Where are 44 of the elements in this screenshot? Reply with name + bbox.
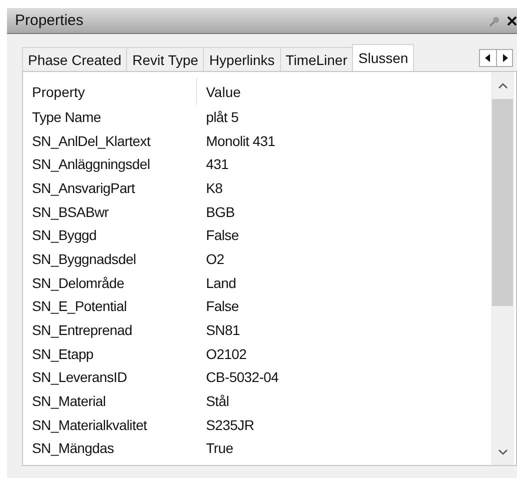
- property-name: SN_Material: [31, 393, 107, 410]
- property-value: S235JR: [205, 416, 256, 433]
- tab[interactable]: Revit Type: [126, 47, 204, 71]
- property-name: SN_AnlDel_Klartext: [31, 132, 152, 149]
- property-value: Monolit 431: [205, 132, 276, 149]
- property-value: O2: [205, 250, 226, 267]
- property-value: O2102: [205, 346, 248, 362]
- property-value: True: [205, 440, 234, 456]
- property-value: Stål: [205, 393, 230, 410]
- property-name: SN_Etapp: [31, 346, 94, 362]
- property-name: SN_Anläggningsdel: [31, 156, 151, 172]
- property-name: SN_Delområde: [31, 274, 126, 291]
- property-value: False: [205, 227, 240, 244]
- property-name: Type Name: [31, 108, 102, 125]
- property-name: SN_Byggd: [31, 227, 98, 244]
- property-value: plåt 5: [205, 108, 240, 125]
- property-name: SN_E_Potential: [31, 298, 128, 314]
- pin-icon[interactable]: [489, 14, 501, 26]
- property-value: False: [205, 298, 240, 314]
- property-name: SN_BSABwr: [31, 204, 110, 220]
- property-name: SN_AnsvarigPart: [31, 180, 136, 196]
- tab[interactable]: Slussen: [352, 44, 414, 71]
- property-name: SN_Byggnadsdel: [31, 250, 137, 267]
- property-value: K8: [205, 180, 224, 196]
- tab[interactable]: Hyperlinks: [203, 47, 281, 71]
- window-title: Properties: [15, 12, 84, 29]
- close-icon[interactable]: [507, 16, 517, 26]
- scroll-up-icon[interactable]: [498, 82, 508, 88]
- right-triangle-icon: [502, 54, 508, 62]
- property-name: SN_Materialkvalitet: [31, 416, 148, 433]
- scroll-down-icon[interactable]: [498, 448, 508, 454]
- column-header[interactable]: Property: [32, 84, 85, 100]
- scrollbar[interactable]: [491, 72, 514, 465]
- property-name: SN_Entreprenad: [31, 322, 134, 338]
- property-value: BGB: [205, 204, 236, 220]
- property-value: Land: [205, 274, 237, 291]
- tab[interactable]: Phase Created: [22, 47, 128, 71]
- left-triangle-icon: [485, 54, 491, 62]
- property-value: 431: [205, 156, 230, 172]
- property-name: SN_LeveransID: [31, 369, 128, 386]
- property-name: SN_Mängdas: [31, 440, 115, 456]
- property-value: CB-5032-04: [205, 369, 280, 386]
- column-header[interactable]: Value: [206, 84, 241, 100]
- property-value: SN81: [205, 322, 241, 338]
